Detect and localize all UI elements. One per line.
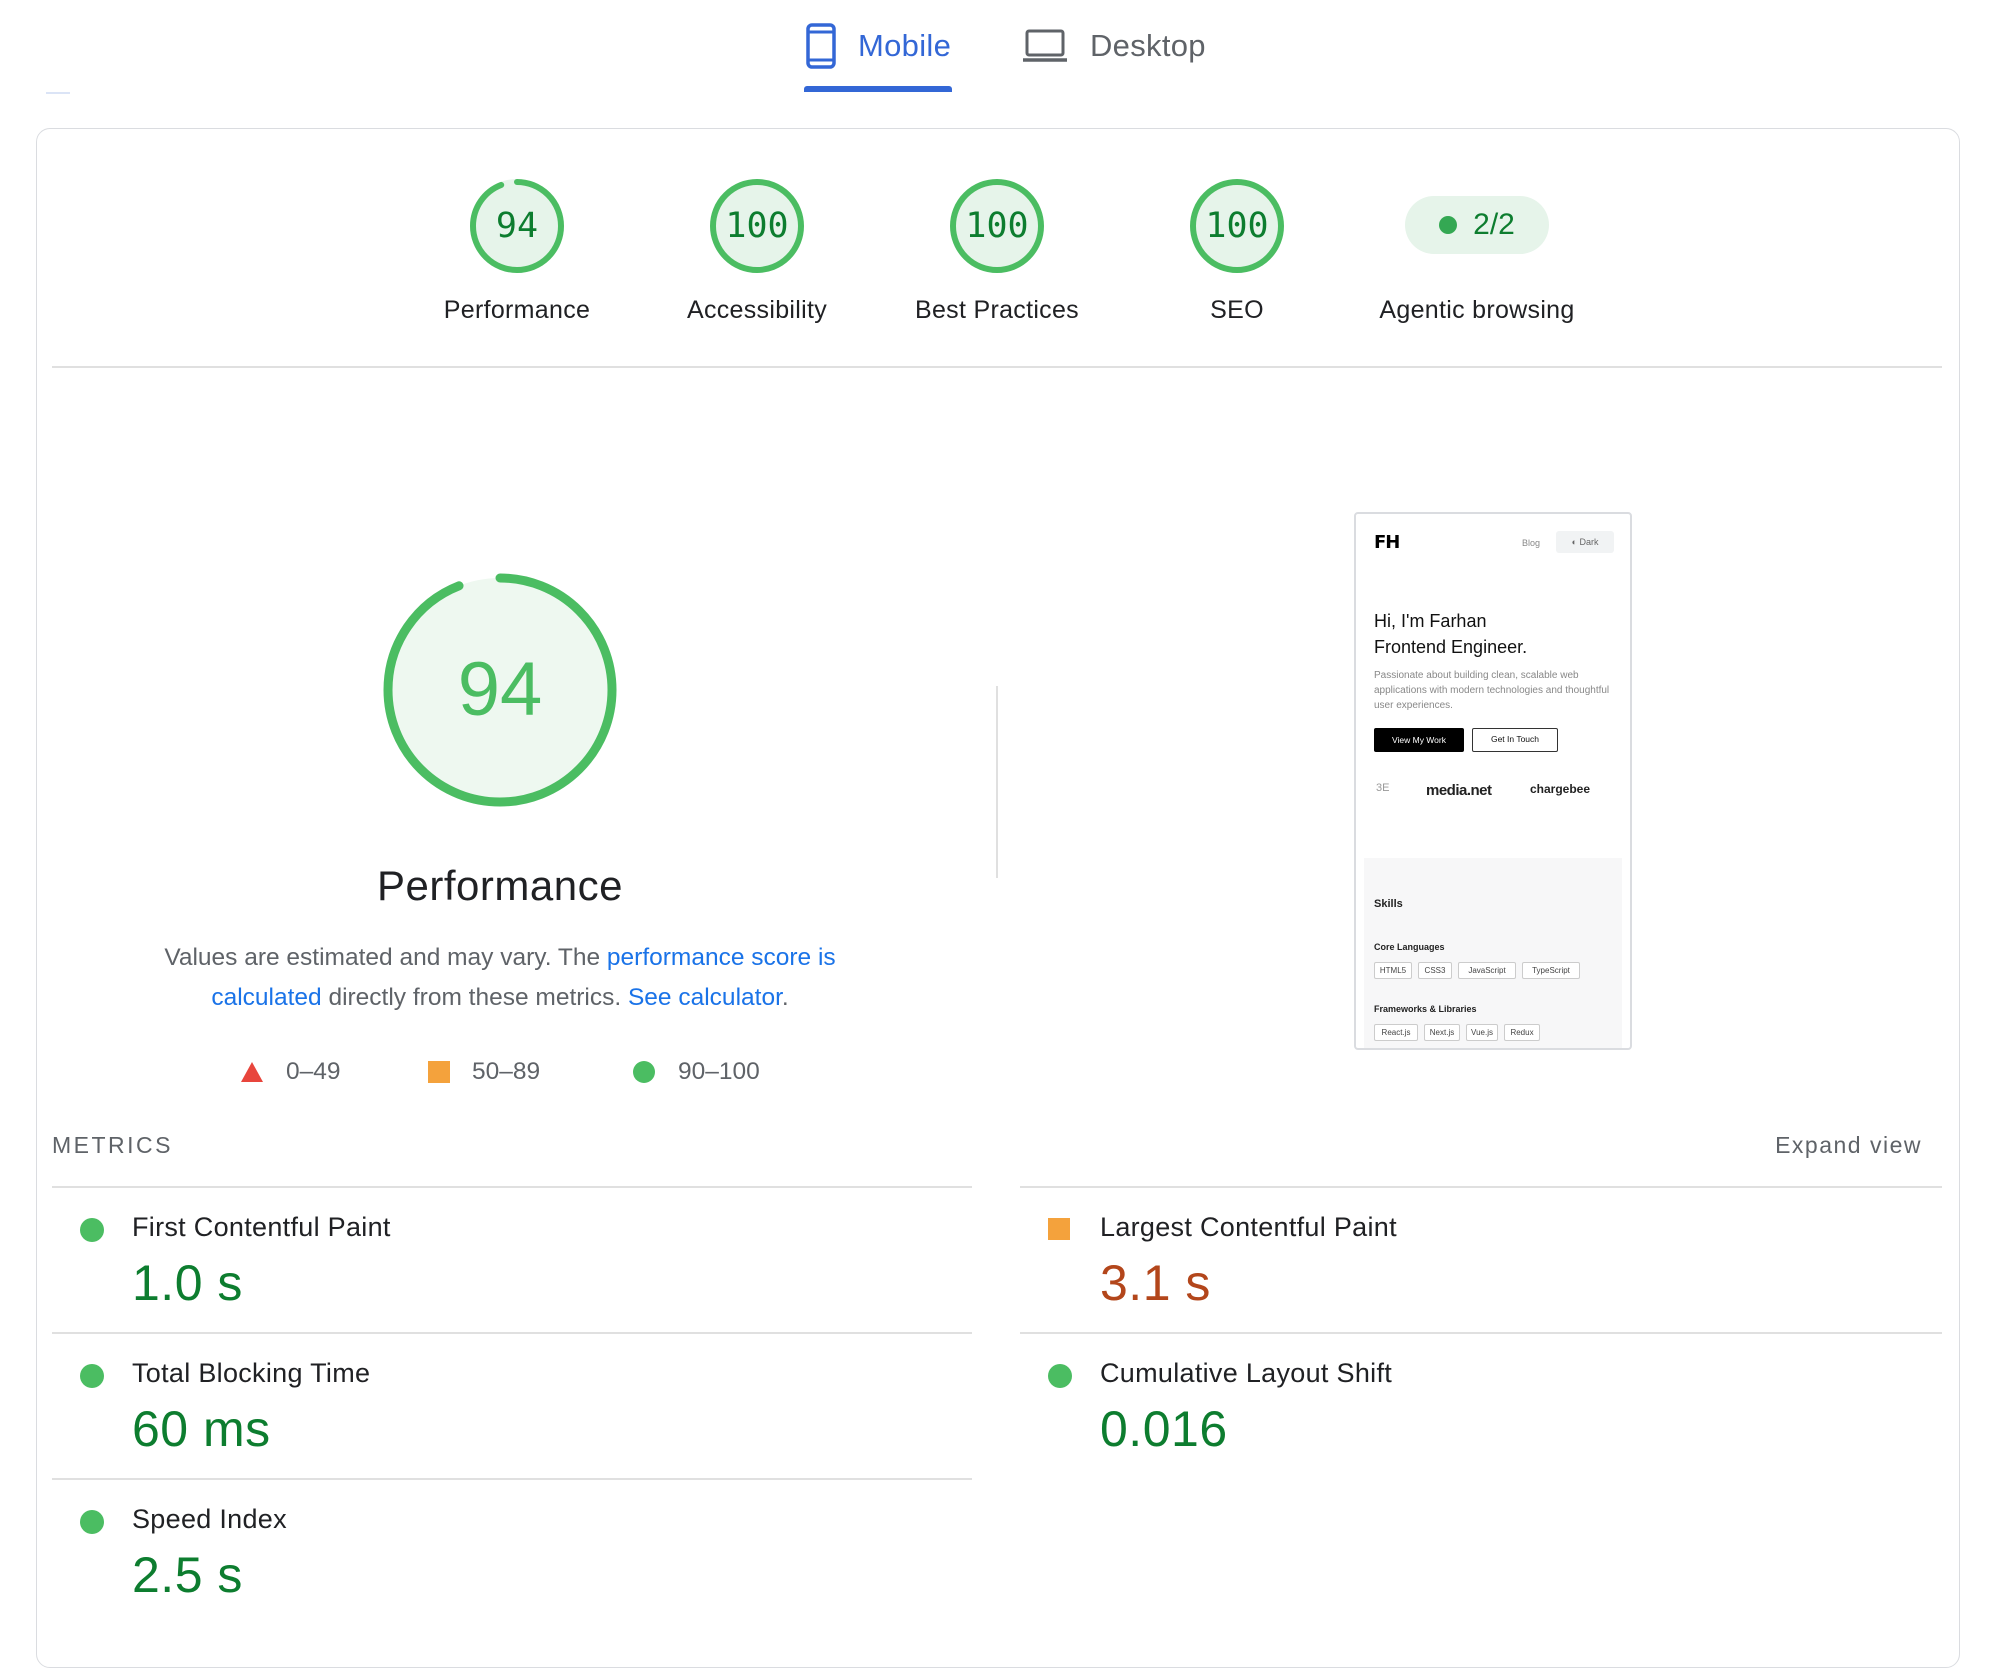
gauge-score: 100 [725,206,789,246]
site-logo: FH [1374,532,1400,553]
legend-average: 50–89 [428,1058,540,1086]
site-frameworks-heading: Frameworks & Libraries [1374,1004,1477,1014]
pass-dot-icon [1439,216,1458,234]
metric-value: 3.1 s [1100,1255,1211,1311]
legend-pass-range: 90–100 [678,1058,760,1085]
desc-text: directly from these metrics. [321,984,628,1011]
see-calculator-link[interactable]: See calculator [628,984,782,1011]
agentic-pill: 2/2 [1405,196,1549,254]
site-tag: React.js [1374,1024,1418,1041]
site-get-in-touch-button: Get In Touch [1472,728,1558,752]
metric-label: Speed Index [132,1504,287,1534]
active-tab-indicator [804,86,952,92]
final-screenshot[interactable]: FH Blog ◐ Dark Hi, I'm Farhan Frontend E… [1354,512,1632,1050]
triangle-icon [241,1062,263,1082]
pass-circle-icon [80,1218,104,1242]
legend-average-range: 50–89 [472,1058,541,1085]
square-icon [428,1061,450,1083]
metric-value: 2.5 s [132,1547,243,1603]
divider [52,1186,972,1188]
site-tag: JavaScript [1458,962,1516,979]
tab-mobile-label: Mobile [858,28,952,63]
site-skills-heading: Skills [1374,898,1403,910]
site-tag: Vue.js [1466,1024,1498,1041]
gauge-label: Agentic browsing [1379,296,1575,324]
site-tag: HTML5 [1374,962,1412,979]
tab-desktop[interactable]: Desktop [1022,18,1206,74]
tab-divider [46,92,70,94]
legend-pass: 90–100 [632,1058,760,1086]
metric-total-blocking-time: Total Blocking Time 60 ms [52,1342,952,1482]
desc-text: . [781,984,789,1011]
metric-label: Cumulative Layout Shift [1100,1358,1393,1388]
gauge-seo[interactable]: 100 SEO [1117,176,1357,325]
metric-cumulative-layout-shift: Cumulative Layout Shift 0.016 [1020,1342,1920,1482]
metric-value: 0.016 [1100,1401,1228,1457]
desc-text: Values are estimated and may vary. The [164,944,607,971]
site-hero-paragraph: Passionate about building clean, scalabl… [1374,670,1610,711]
vertical-divider [996,686,998,878]
company-logo-3e: 3E [1376,782,1390,794]
hero-line-1: Hi, I'm Farhan [1374,611,1487,631]
site-dark-toggle: ◐ Dark [1556,531,1614,553]
metric-speed-index: Speed Index 2.5 s [52,1488,952,1628]
metric-label: Largest Contentful Paint [1100,1212,1397,1242]
gauge-performance[interactable]: 94 Performance [397,176,637,325]
legend-fail: 0–49 [240,1058,341,1086]
expand-view-toggle[interactable]: Expand view [1775,1132,1922,1159]
performance-score: 94 [457,647,543,732]
site-tag: Redux [1504,1024,1540,1041]
site-core-heading: Core Languages [1374,942,1445,952]
site-nav-blog: Blog [1522,538,1541,548]
metric-first-contentful-paint: First Contentful Paint 1.0 s [52,1196,952,1336]
pass-circle-icon [80,1510,104,1534]
laptop-icon [1023,29,1067,62]
hero-line-2: Frontend Engineer. [1374,637,1528,657]
metric-value: 1.0 s [132,1255,243,1311]
metric-label: First Contentful Paint [132,1212,391,1242]
category-gauges: 94 Performance 100 Accessibility 100 Bes… [0,176,1990,336]
performance-gauge: 94 [380,570,620,810]
gauge-label: SEO [1210,296,1264,324]
company-logo-chargebee: chargebee [1530,782,1591,796]
tab-mobile[interactable]: Mobile [806,18,951,74]
metric-largest-contentful-paint: Largest Contentful Paint 3.1 s [1020,1196,1920,1336]
gauge-best-practices[interactable]: 100 Best Practices [877,176,1117,325]
performance-title: Performance [377,862,623,909]
metric-label: Total Blocking Time [132,1358,371,1388]
site-hero-heading: Hi, I'm Farhan Frontend Engineer. [1374,608,1527,660]
site-company-logos: 3E media.net chargebee [1376,782,1616,806]
site-skills-section [1364,858,1622,1048]
metrics-heading: METRICS [52,1132,173,1158]
phone-icon [806,23,836,69]
pass-circle-icon [80,1364,104,1388]
circle-icon [633,1061,655,1083]
gauge-accessibility[interactable]: 100 Accessibility [637,176,877,325]
metric-value: 60 ms [132,1401,271,1457]
divider [1020,1186,1942,1188]
gauge-score: 94 [495,206,539,246]
performance-description: Values are estimated and may vary. The p… [140,938,860,1018]
site-tag: Next.js [1424,1024,1460,1041]
gauge-label: Performance [443,296,591,324]
gauge-label: Accessibility [686,296,828,324]
site-tag: TypeScript [1522,962,1580,979]
gauge-label: Best Practices [915,296,1079,324]
legend-fail-range: 0–49 [286,1058,341,1085]
site-view-work-button: View My Work [1374,728,1464,752]
agentic-value: 2/2 [1473,208,1515,241]
company-logo-medianet: media.net [1426,782,1492,799]
device-tabs: Mobile Desktop [0,0,1990,94]
tab-desktop-label: Desktop [1090,28,1206,63]
pass-circle-icon [1048,1364,1072,1388]
divider [52,366,1942,368]
average-square-icon [1048,1218,1070,1240]
gauge-score: 100 [1205,206,1269,246]
gauge-agentic-browsing[interactable]: 2/2 Agentic browsing [1357,176,1597,325]
score-legend: 0–49 50–89 90–100 [0,1058,1000,1098]
site-tag: CSS3 [1418,962,1452,979]
gauge-score: 100 [965,206,1029,246]
